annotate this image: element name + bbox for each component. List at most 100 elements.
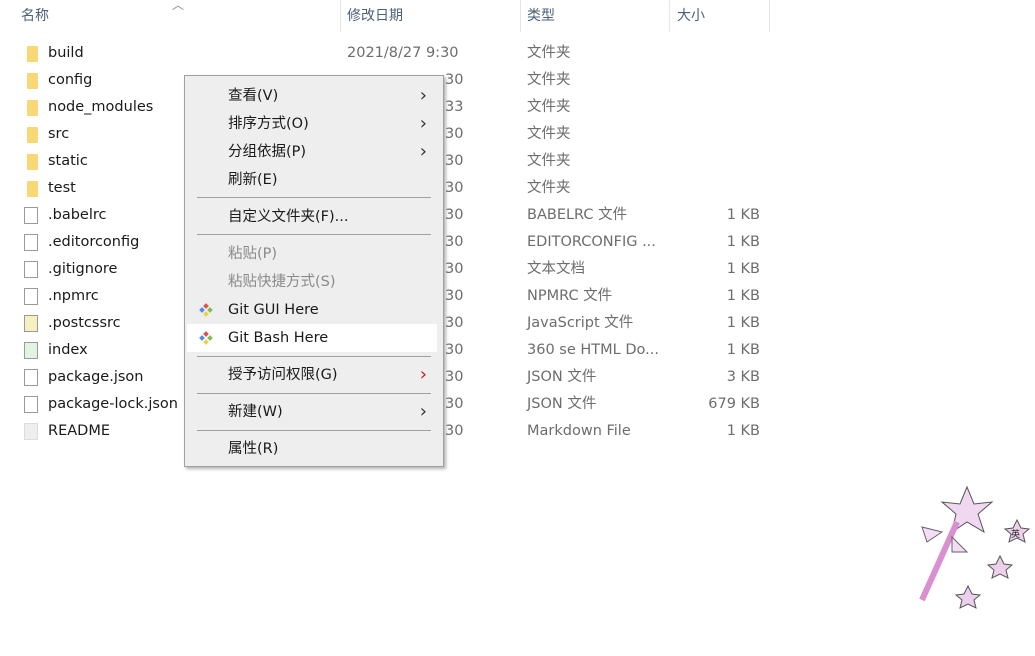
menu-item-paste[interactable]: 粘贴(P) — [187, 240, 437, 268]
column-divider[interactable] — [520, 0, 521, 32]
ime-mode-label: 英 — [1011, 530, 1021, 540]
file-name: .editorconfig — [48, 234, 140, 250]
menu-separator — [197, 197, 431, 198]
markdown-file-icon — [24, 423, 38, 440]
header-name[interactable]: 名称 — [21, 0, 49, 32]
file-type: 文件夹 — [527, 72, 571, 88]
menu-separator — [197, 430, 431, 431]
menu-label: 属性(R) — [228, 441, 279, 457]
file-date: 30 — [445, 396, 464, 412]
menu-label: Git GUI Here — [228, 302, 319, 318]
file-date: 30 — [445, 72, 464, 88]
menu-item-view[interactable]: 查看(V) › — [187, 82, 437, 110]
context-menu: 查看(V) › 排序方式(O) › 分组依据(P) › 刷新(E) 自定义文件夹(F)… — [184, 75, 444, 467]
chevron-right-icon: › — [419, 364, 427, 385]
menu-item-git-gui[interactable]: Git GUI Here — [187, 296, 437, 324]
menu-label: 粘贴(P) — [228, 246, 278, 262]
chevron-right-icon: › — [419, 401, 427, 422]
text-file-icon — [24, 261, 38, 278]
folder-icon — [27, 46, 38, 62]
menu-separator — [197, 234, 431, 235]
file-date: 30 — [445, 180, 464, 196]
git-icon — [199, 303, 213, 317]
file-type: JavaScript 文件 — [527, 315, 634, 331]
file-type: EDITORCONFIG ... — [527, 234, 656, 250]
menu-label: 粘贴快捷方式(S) — [228, 274, 336, 290]
column-divider[interactable] — [669, 0, 670, 32]
file-size: 3 KB — [726, 369, 760, 385]
file-name: config — [48, 72, 93, 88]
column-divider[interactable] — [340, 0, 341, 32]
menu-label: 排序方式(O) — [228, 116, 309, 132]
file-icon — [24, 207, 38, 224]
html-file-icon — [24, 342, 38, 359]
header-size[interactable]: 大小 — [677, 0, 705, 32]
file-name: test — [48, 180, 76, 196]
menu-label: 授予访问权限(G) — [228, 367, 338, 383]
file-date: 30 — [445, 342, 464, 358]
menu-label: 分组依据(P) — [228, 144, 307, 160]
ime-mascot[interactable]: 英 — [912, 482, 1032, 617]
menu-label: 刷新(E) — [228, 172, 278, 188]
script-file-icon — [24, 315, 38, 332]
file-date: 30 — [445, 126, 464, 142]
file-type: 360 se HTML Do... — [527, 342, 659, 358]
chevron-right-icon: › — [419, 141, 427, 162]
file-size: 679 KB — [708, 396, 760, 412]
menu-item-paste-shortcut[interactable]: 粘贴快捷方式(S) — [187, 268, 437, 296]
file-type: Markdown File — [527, 423, 631, 439]
file-type: JSON 文件 — [527, 369, 597, 385]
header-type[interactable]: 类型 — [527, 0, 555, 32]
menu-label: Git Bash Here — [228, 330, 329, 346]
menu-label: 新建(W) — [228, 404, 283, 420]
file-size: 1 KB — [726, 342, 760, 358]
menu-item-refresh[interactable]: 刷新(E) — [187, 166, 437, 194]
file-name: package-lock.json — [48, 396, 178, 412]
menu-item-group[interactable]: 分组依据(P) › — [187, 138, 437, 166]
file-icon — [24, 288, 38, 305]
file-type: 文件夹 — [527, 99, 571, 115]
file-name: package.json — [48, 369, 144, 385]
file-type: JSON 文件 — [527, 396, 597, 412]
file-size: 1 KB — [726, 288, 760, 304]
folder-icon — [27, 181, 38, 197]
file-type: 文件夹 — [527, 153, 571, 169]
file-size: 1 KB — [726, 423, 760, 439]
file-name: .npmrc — [48, 288, 99, 304]
file-type: NPMRC 文件 — [527, 288, 613, 304]
chevron-right-icon: › — [419, 113, 427, 134]
file-size: 1 KB — [726, 261, 760, 277]
file-row[interactable]: build 2021/8/27 9:30 文件夹 — [0, 40, 780, 67]
file-date: 2021/8/27 9:30 — [347, 45, 459, 61]
file-name: .gitignore — [48, 261, 118, 277]
menu-item-new[interactable]: 新建(W) › — [187, 398, 437, 426]
file-size: 1 KB — [726, 234, 760, 250]
file-type: 文件夹 — [527, 45, 571, 61]
file-type: 文件夹 — [527, 126, 571, 142]
menu-item-properties[interactable]: 属性(R) — [187, 435, 437, 463]
file-date: 30 — [445, 288, 464, 304]
menu-item-grant-access[interactable]: 授予访问权限(G) › — [187, 361, 437, 389]
header-date[interactable]: 修改日期 — [347, 0, 403, 32]
chevron-right-icon: › — [419, 85, 427, 106]
menu-item-customize[interactable]: 自定义文件夹(F)... — [187, 203, 437, 231]
file-name: README — [48, 423, 110, 439]
file-date: 30 — [445, 207, 464, 223]
sort-ascending-icon: ︿ — [172, 0, 185, 12]
column-divider[interactable] — [769, 0, 770, 32]
file-name: static — [48, 153, 88, 169]
file-date: 30 — [445, 369, 464, 385]
file-name: index — [48, 342, 88, 358]
file-icon — [24, 396, 38, 413]
file-date: 30 — [445, 234, 464, 250]
file-date: 30 — [445, 153, 464, 169]
menu-label: 自定义文件夹(F)... — [228, 209, 349, 225]
file-date: 30 — [445, 423, 464, 439]
file-type: 文本文档 — [527, 261, 585, 277]
file-date: 30 — [445, 261, 464, 277]
file-type: BABELRC 文件 — [527, 207, 628, 223]
folder-icon — [27, 100, 38, 116]
file-name: .babelrc — [48, 207, 107, 223]
menu-item-git-bash[interactable]: Git Bash Here — [187, 324, 437, 352]
menu-item-sort[interactable]: 排序方式(O) › — [187, 110, 437, 138]
